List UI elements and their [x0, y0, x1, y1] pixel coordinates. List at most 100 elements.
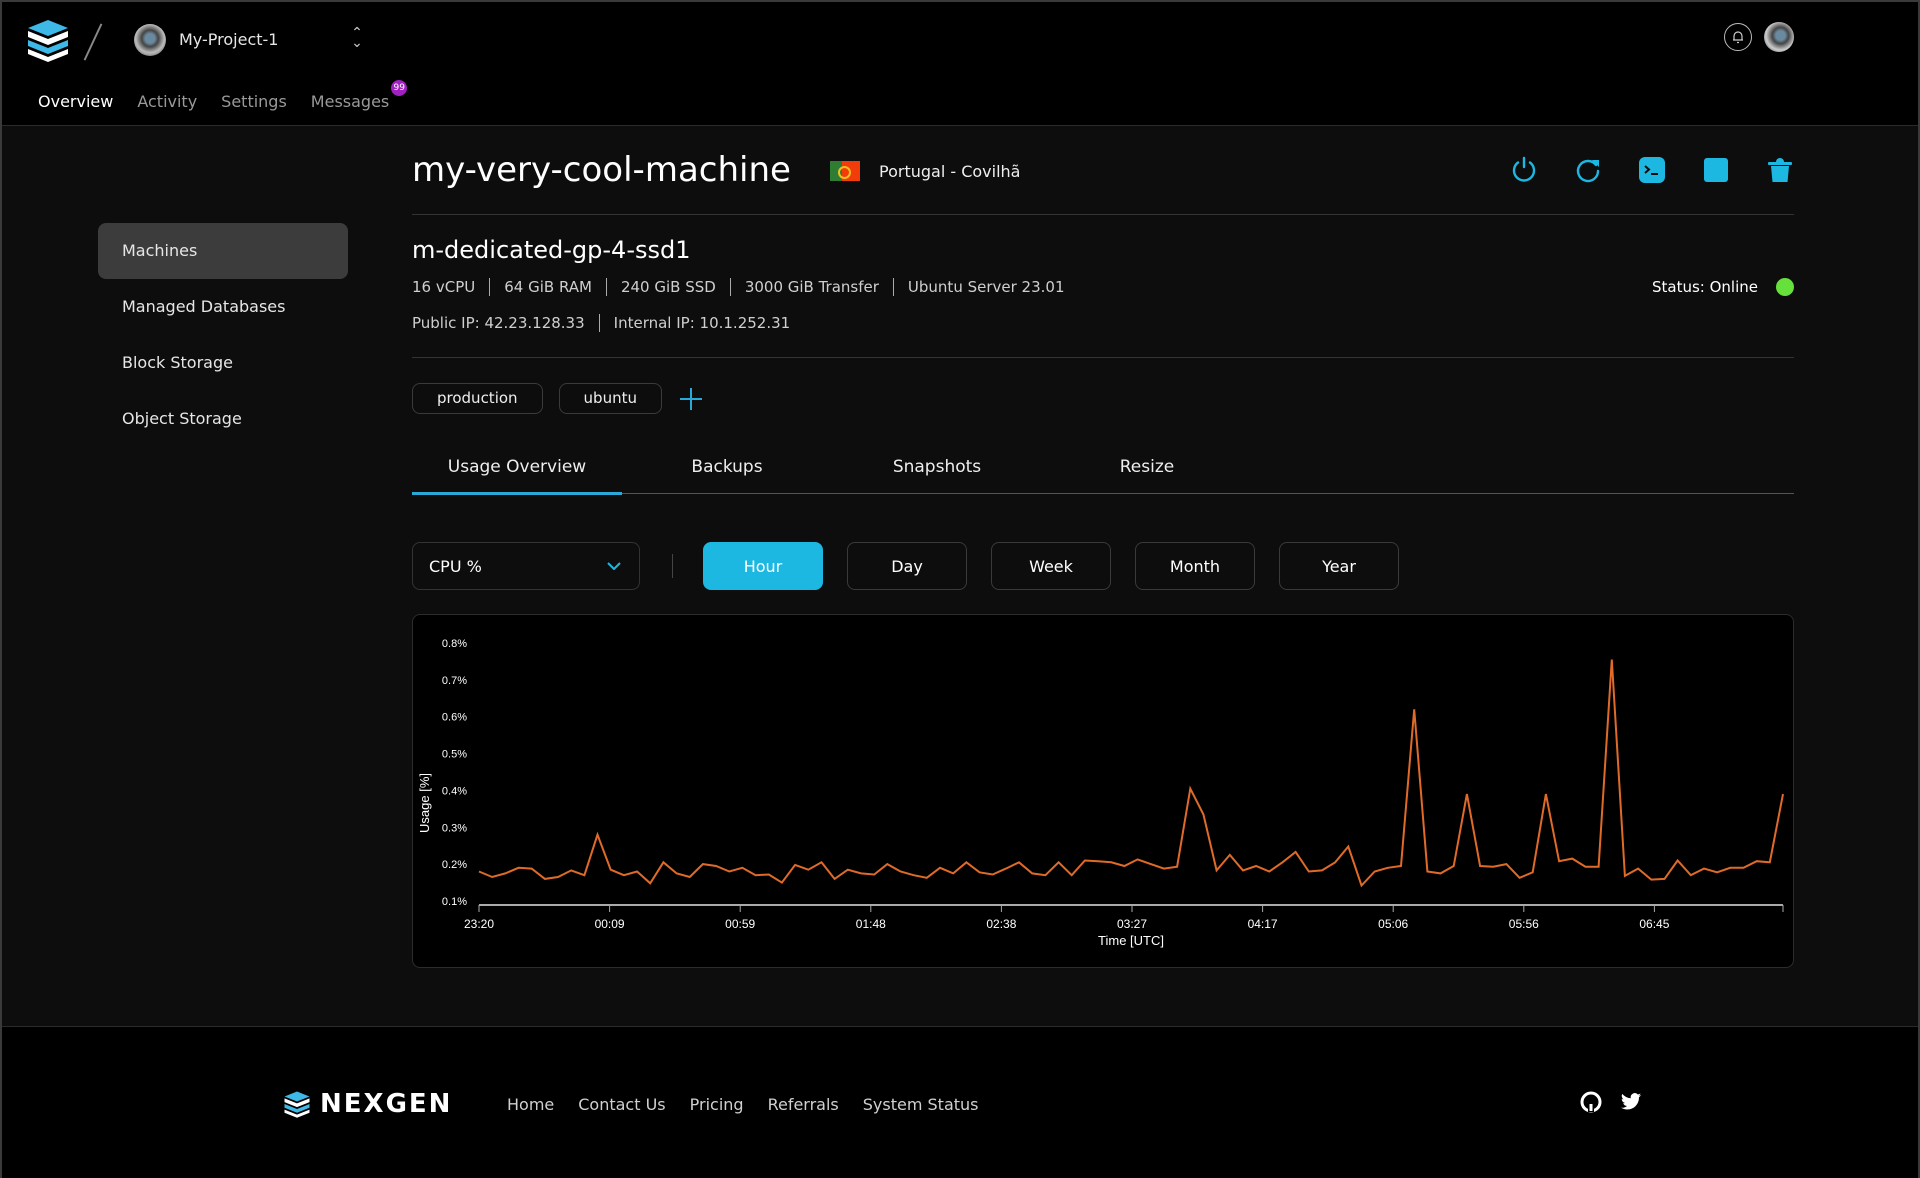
ip-separator [598, 314, 600, 332]
x-tick-label: 00:59 [725, 917, 755, 931]
y-tick-label: 0.4% [442, 785, 467, 797]
footer-link-contact-us[interactable]: Contact Us [578, 1095, 665, 1114]
tags: production ubuntu [412, 383, 704, 414]
nav-label: Settings [221, 92, 287, 111]
top-header: My-Project-1 ⌃ ⌄ Overview Activity Settin… [2, 2, 1918, 126]
console-icon [1639, 157, 1665, 183]
y-tick-label: 0.6% [442, 712, 467, 724]
machine-specs: 16 vCPU 64 GiB RAM 240 GiB SSD 3000 GiB … [412, 278, 1065, 296]
tag-ubuntu[interactable]: ubuntu [558, 383, 662, 414]
footer-logo[interactable]: NEXGEN [282, 1089, 452, 1119]
sidebar-item-block-storage[interactable]: Block Storage [98, 335, 348, 391]
info-divider [412, 357, 1794, 358]
trash-icon [1768, 158, 1792, 182]
y-tick-label: 0.7% [442, 675, 467, 687]
y-tick-label: 0.5% [442, 749, 467, 761]
user-avatar[interactable] [1764, 22, 1794, 52]
tab-resize[interactable]: Resize [1042, 446, 1252, 493]
spec-cpu: 16 vCPU [412, 278, 476, 296]
sidebar-item-machines[interactable]: Machines [98, 223, 348, 279]
twitter-icon[interactable] [1620, 1091, 1642, 1113]
controls-divider [672, 554, 673, 578]
notifications-button[interactable] [1724, 23, 1752, 51]
sidebar: Machines Managed Databases Block Storage… [98, 223, 348, 447]
cpu-series-line [478, 659, 1784, 888]
spec-ram: 64 GiB RAM [504, 278, 592, 296]
console-button[interactable] [1638, 156, 1666, 184]
nexgen-logo-icon [284, 1091, 310, 1118]
nav-overview[interactable]: Overview [38, 92, 113, 111]
breadcrumb-divider [83, 23, 103, 61]
range-week-button[interactable]: Week [991, 542, 1111, 590]
machine-ips: Public IP: 42.23.128.33 Internal IP: 10.… [412, 314, 790, 332]
status-text: Status: Online [1651, 278, 1758, 296]
header-divider [412, 214, 1794, 215]
nav-label: Overview [38, 92, 114, 111]
project-name[interactable]: My-Project-1 [179, 30, 278, 49]
machine-plan: m-dedicated-gp-4-ssd1 [412, 236, 691, 264]
spec-separator [489, 278, 491, 296]
github-icon[interactable] [1580, 1091, 1602, 1113]
spec-separator [729, 278, 731, 296]
top-nav: Overview Activity Settings Messages 99 [38, 80, 413, 111]
bell-icon [1733, 31, 1743, 44]
machine-location: Portugal - Covilhã [879, 162, 1021, 181]
tab-backups[interactable]: Backups [622, 446, 832, 493]
y-tick-label: 0.2% [442, 859, 467, 871]
tab-snapshots[interactable]: Snapshots [832, 446, 1042, 493]
footer-link-system-status[interactable]: System Status [863, 1095, 979, 1114]
spec-separator [892, 278, 894, 296]
internal-ip: Internal IP: 10.1.252.31 [613, 314, 791, 332]
tab-usage-overview[interactable]: Usage Overview [412, 446, 622, 495]
nav-activity[interactable]: Activity [137, 92, 197, 111]
restart-button[interactable] [1574, 156, 1602, 184]
spec-transfer: 3000 GiB Transfer [744, 278, 879, 296]
chevron-down-icon [607, 562, 621, 570]
x-tick-label: 05:56 [1509, 917, 1539, 931]
x-tick-label: 04:17 [1248, 917, 1278, 931]
tag-production[interactable]: production [412, 383, 543, 414]
sidebar-item-managed-databases[interactable]: Managed Databases [98, 279, 348, 335]
stop-button[interactable] [1702, 156, 1730, 184]
machine-tabs: Usage Overview Backups Snapshots Resize [412, 446, 1794, 495]
x-tick-label: 23:20 [464, 917, 494, 931]
x-tick-label: 02:38 [986, 917, 1016, 931]
footer-link-pricing[interactable]: Pricing [690, 1095, 744, 1114]
footer-link-home[interactable]: Home [507, 1095, 554, 1114]
range-hour-button[interactable]: Hour [703, 542, 823, 590]
nav-settings[interactable]: Settings [221, 92, 287, 111]
nav-label: Activity [137, 92, 198, 111]
footer-links: Home Contact Us Pricing Referrals System… [507, 1095, 979, 1114]
x-tick-label: 00:09 [595, 917, 625, 931]
public-ip: Public IP: 42.23.128.33 [412, 314, 585, 332]
restart-icon [1576, 159, 1600, 183]
sidebar-item-object-storage[interactable]: Object Storage [98, 391, 348, 447]
stop-icon [1704, 158, 1728, 182]
footer-link-referrals[interactable]: Referrals [768, 1095, 839, 1114]
range-year-button[interactable]: Year [1279, 542, 1399, 590]
footer: NEXGEN Home Contact Us Pricing Referrals… [2, 1026, 1918, 1178]
range-day-button[interactable]: Day [847, 542, 967, 590]
nav-messages[interactable]: Messages 99 [310, 80, 408, 111]
delete-button[interactable] [1766, 156, 1794, 184]
range-month-button[interactable]: Month [1135, 542, 1255, 590]
y-axis-label: Usage [%] [417, 773, 432, 833]
y-tick-label: 0.8% [442, 638, 467, 650]
cpu-usage-chart: 0.1% 0.2% 0.3% 0.4% 0.5% 0.6% 0.7% 0.8% 23:20 00… [412, 614, 1794, 968]
machine-actions [1510, 156, 1794, 184]
spec-disk: 240 GiB SSD [620, 278, 716, 296]
nexgen-logo-icon[interactable] [24, 18, 72, 62]
portugal-flag-icon [830, 161, 860, 181]
x-tick-label: 01:48 [856, 917, 886, 931]
add-tag-plus-icon[interactable] [678, 386, 704, 412]
power-button[interactable] [1510, 156, 1538, 184]
project-avatar [134, 24, 166, 56]
spec-os: Ubuntu Server 23.01 [907, 278, 1065, 296]
x-axis: 23:20 00:09 00:59 01:48 02:38 03:27 04:17 05:06… [464, 904, 1784, 931]
nav-label: Messages [310, 92, 390, 111]
metric-select[interactable]: CPU % [412, 542, 640, 590]
x-tick-label: 05:06 [1378, 917, 1408, 931]
power-icon [1512, 156, 1536, 182]
project-switcher-icon[interactable]: ⌃ ⌄ [350, 26, 364, 50]
status-online-indicator [1776, 278, 1794, 296]
